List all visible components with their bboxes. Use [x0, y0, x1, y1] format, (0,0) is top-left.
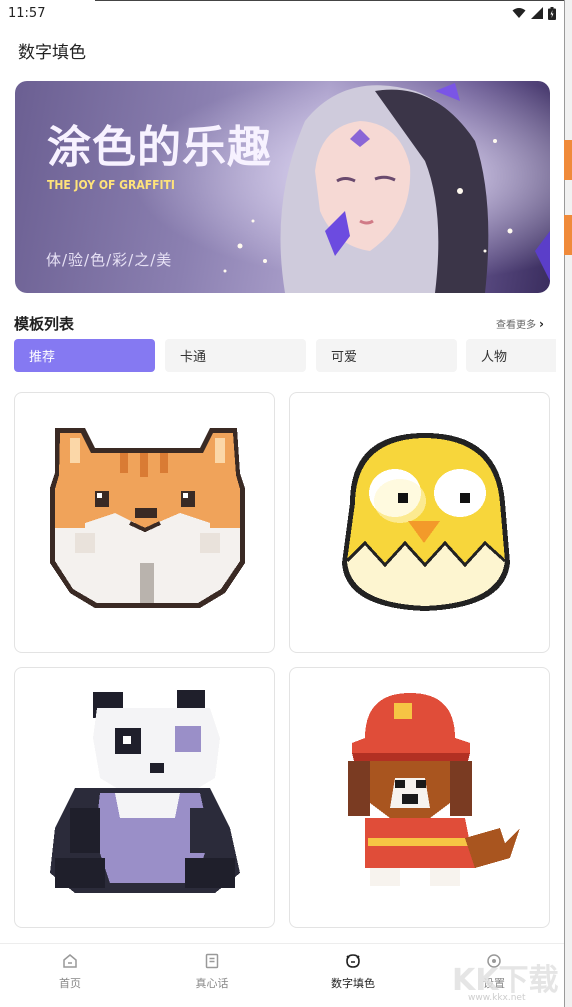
nav-home[interactable]: 首页	[20, 952, 120, 991]
app-screen: 11:57 数字填色 涂色的乐趣 THE JOY OF GRAFFITI 体/验…	[0, 0, 572, 1007]
home-icon	[63, 954, 77, 968]
banner-tagline: 体/验/色/彩/之/美	[46, 251, 173, 269]
category-tabs: 推荐 卡通 可爱 人物	[14, 339, 556, 372]
fox-pixel-art	[50, 428, 245, 608]
see-more-link[interactable]: 查看更多 ›	[496, 316, 544, 332]
adjacent-window-edge	[564, 0, 572, 1007]
nav-home-label: 首页	[59, 977, 81, 990]
watermark-url: www.kkx.net	[468, 993, 526, 1003]
watermark: KK下载 www.kkx.net	[452, 955, 570, 1005]
template-card-panda[interactable]	[14, 667, 275, 928]
chick-pixel-art	[342, 433, 510, 611]
tab-cartoon[interactable]: 卡通	[165, 339, 306, 372]
battery-icon	[548, 6, 556, 20]
page-title: 数字填色	[18, 43, 86, 63]
status-bar: 11:57	[0, 0, 564, 26]
template-card-chick[interactable]	[289, 392, 550, 653]
promo-banner[interactable]: 涂色的乐趣 THE JOY OF GRAFFITI 体/验/色/彩/之/美	[15, 81, 550, 293]
section-title: 模板列表	[14, 315, 75, 333]
chevron-right-icon: ›	[539, 316, 544, 331]
banner-title: 涂色的乐趣	[47, 122, 272, 173]
palette-icon	[346, 954, 360, 968]
adjacent-accent	[564, 215, 572, 255]
tab-cute[interactable]: 可爱	[316, 339, 457, 372]
nav-coloring-label: 数字填色	[331, 977, 375, 990]
signal-icon	[531, 7, 543, 19]
status-icons	[512, 6, 556, 20]
tab-recommended[interactable]: 推荐	[14, 339, 155, 372]
template-card-fox[interactable]	[14, 392, 275, 653]
template-card-firefighter-dog[interactable]	[289, 667, 550, 928]
status-time: 11:57	[8, 5, 46, 21]
dog-pixel-art	[348, 693, 520, 886]
document-icon	[205, 953, 219, 969]
wifi-icon	[512, 8, 526, 18]
panda-pixel-art	[50, 690, 240, 893]
tab-people[interactable]: 人物	[466, 339, 556, 372]
see-more-label: 查看更多	[496, 320, 536, 331]
banner-subtitle: THE JOY OF GRAFFITI	[47, 178, 175, 192]
nav-coloring[interactable]: 数字填色	[303, 952, 403, 991]
adjacent-accent	[564, 140, 572, 180]
nav-truth[interactable]: 真心话	[162, 952, 262, 991]
nav-truth-label: 真心话	[195, 977, 229, 990]
